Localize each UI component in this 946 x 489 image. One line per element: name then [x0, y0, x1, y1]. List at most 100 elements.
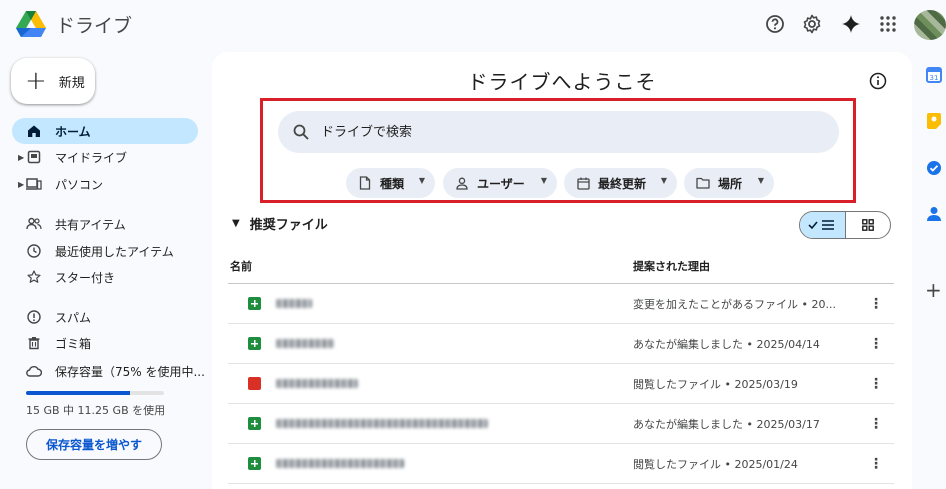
sidebar-item-shared[interactable]: 共有アイテム: [12, 211, 198, 237]
sidebar-item-label: 共有アイテム: [55, 217, 126, 232]
my-drive-icon: [26, 149, 42, 165]
sidebar-item-starred[interactable]: スター付き: [12, 264, 198, 290]
suggestion-reason: 変更を加えたことがあるファイル • 20...: [633, 298, 836, 311]
caret-right-icon[interactable]: ▶: [18, 180, 24, 189]
suggestion-reason: 閲覧したファイル • 2025/03/19: [633, 378, 798, 391]
caret-right-icon[interactable]: ▶: [18, 153, 24, 162]
cloud-icon: [26, 363, 42, 379]
file-name-redacted: [276, 419, 488, 428]
sheets-file-icon: [248, 297, 261, 310]
add-addon-icon[interactable]: +: [925, 278, 942, 302]
dropdown-arrow-icon: ▼: [660, 176, 667, 185]
svg-text:31: 31: [930, 74, 939, 82]
section-title: 推奨ファイル: [249, 218, 328, 233]
sidebar-item-trash[interactable]: ゴミ箱: [12, 330, 198, 356]
chip-label: ユーザー: [477, 177, 525, 191]
keep-app-icon[interactable]: [923, 110, 945, 132]
settings-icon[interactable]: [800, 12, 824, 36]
apps-grid-icon[interactable]: [876, 12, 900, 36]
chip-label: 種類: [380, 177, 405, 191]
table-row[interactable]: 閲覧したファイル • 2025/03/19 ⋮: [228, 364, 894, 404]
suggestion-reason: 閲覧したファイル • 2025/01/24: [633, 458, 798, 471]
storage-usage-text: 15 GB 中 11.25 GB を使用: [26, 404, 166, 417]
main-panel: ドライブへようこそ 種類 ▼ ユーザー ▼ 最終更新 ▼ 場所 ▼ ▼ 推奨ファ…: [212, 52, 912, 489]
more-options-icon[interactable]: ⋮: [868, 414, 884, 434]
sidebar-item-home[interactable]: ホーム: [12, 118, 198, 144]
dropdown-arrow-icon: ▼: [757, 176, 764, 185]
column-header-reason: 提案された理由: [633, 260, 710, 273]
person-icon: [455, 176, 469, 190]
computer-icon: [26, 176, 42, 192]
filter-chip-location[interactable]: 場所 ▼: [684, 168, 774, 198]
sidebar-item-label: マイドライブ: [55, 150, 128, 165]
file-name-redacted: [276, 339, 334, 348]
suggested-files-header[interactable]: ▼ 推奨ファイル: [232, 214, 328, 233]
more-options-icon[interactable]: ⋮: [868, 374, 884, 394]
home-icon: [26, 123, 42, 139]
sidebar-item-my-drive[interactable]: ▶ マイドライブ: [12, 144, 198, 170]
calendar-icon: [576, 176, 590, 190]
more-options-icon[interactable]: ⋮: [868, 334, 884, 354]
sidebar-item-computers[interactable]: ▶ パソコン: [12, 171, 198, 197]
chevron-down-icon[interactable]: ▼: [232, 218, 240, 229]
filter-chip-people[interactable]: ユーザー ▼: [443, 168, 557, 198]
more-options-icon[interactable]: ⋮: [868, 454, 884, 474]
suggestion-reason: あなたが編集しました • 2025/04/14: [633, 338, 820, 351]
filter-chip-modified[interactable]: 最終更新 ▼: [564, 168, 677, 198]
table-row[interactable]: あなたが編集しました • 2025/03/17 ⋮: [228, 404, 894, 444]
clock-icon: [26, 243, 42, 259]
sidebar-item-label: スター付き: [55, 270, 116, 285]
column-header-name[interactable]: 名前: [230, 258, 252, 274]
folder-icon: [696, 176, 710, 190]
storage-progress-fill: [26, 391, 130, 395]
table-row[interactable]: 変更を加えたことがあるファイル • 20... ⋮: [228, 284, 894, 324]
new-button-label: 新規: [58, 75, 85, 91]
search-input[interactable]: [321, 119, 801, 145]
file-name-redacted: [276, 379, 358, 388]
sidebar-item-recent[interactable]: 最近使用したアイテム: [12, 238, 198, 264]
app-title: ドライブ: [56, 15, 133, 37]
sidebar-item-label: ゴミ箱: [55, 336, 92, 351]
calendar-app-icon[interactable]: 31: [923, 64, 945, 86]
new-button[interactable]: + 新規: [11, 58, 95, 104]
gemini-icon[interactable]: [839, 12, 863, 36]
get-more-storage-button[interactable]: 保存容量を増やす: [26, 429, 162, 460]
file-name-redacted: [276, 459, 404, 468]
drive-logo-icon[interactable]: [16, 10, 46, 38]
more-options-icon[interactable]: ⋮: [868, 294, 884, 314]
sidebar-item-label: スパム: [55, 310, 92, 325]
trash-icon: [26, 335, 42, 351]
search-bar[interactable]: [278, 111, 839, 153]
contacts-app-icon[interactable]: [923, 203, 945, 225]
sidebar-item-storage[interactable]: 保存容量（75% を使用中...: [12, 358, 205, 384]
sheets-file-icon: [248, 457, 261, 470]
dropdown-arrow-icon: ▼: [418, 176, 425, 185]
chip-label: 最終更新: [598, 177, 647, 191]
grid-view-button[interactable]: [846, 212, 891, 238]
plus-icon: +: [25, 66, 47, 96]
search-icon[interactable]: [292, 123, 310, 141]
sheets-file-icon: [248, 417, 261, 430]
top-bar: ドライブ: [0, 0, 946, 50]
sidebar-item-label: 保存容量（75% を使用中...: [55, 364, 205, 379]
filter-chip-type[interactable]: 種類 ▼: [346, 168, 435, 198]
sidebar-item-spam[interactable]: スパム: [12, 304, 198, 330]
sheets-file-icon: [248, 337, 261, 350]
list-view-button[interactable]: [800, 212, 846, 238]
sidebar-item-label: 最近使用したアイテム: [55, 244, 174, 259]
star-icon: [26, 269, 42, 285]
chip-label: 場所: [718, 177, 743, 191]
page-title: ドライブへようこそ: [467, 70, 657, 94]
file-icon: [358, 176, 372, 190]
check-list-icon: [808, 220, 835, 230]
spam-icon: [26, 309, 42, 325]
table-row[interactable]: あなたが編集しました • 2025/04/14 ⋮: [228, 324, 894, 364]
info-icon[interactable]: [869, 72, 887, 90]
view-toggle[interactable]: [799, 211, 891, 239]
avatar[interactable]: [914, 10, 946, 40]
table-row[interactable]: 閲覧したファイル • 2025/01/24 ⋮: [228, 444, 894, 484]
tasks-app-icon[interactable]: [923, 157, 945, 179]
grid-icon: [861, 219, 874, 231]
shared-icon: [26, 216, 42, 232]
help-icon[interactable]: [763, 12, 787, 36]
